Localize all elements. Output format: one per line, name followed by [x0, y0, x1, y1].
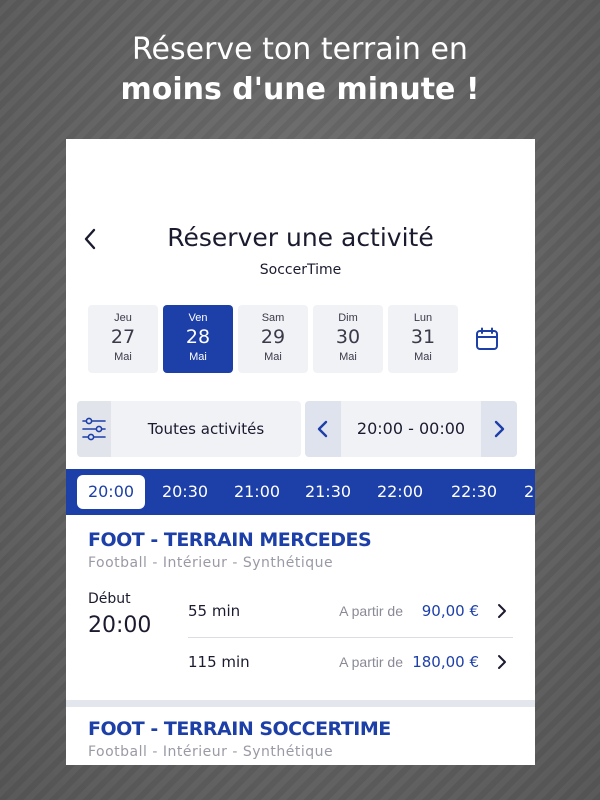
- calendar-icon: [476, 327, 498, 350]
- offer-duration: 55 min: [188, 602, 241, 620]
- date-month: Mai: [114, 351, 132, 363]
- date-month: Mai: [264, 351, 282, 363]
- date-day: 27: [110, 326, 136, 348]
- time-slot[interactable]: 22:30: [440, 475, 508, 509]
- chevron-right-icon: [494, 420, 505, 438]
- activity-subtitle: Football - Intérieur - Synthétique: [88, 744, 334, 760]
- next-range-button[interactable]: [481, 401, 517, 457]
- offer-from-label: A partir de: [339, 654, 403, 670]
- filter-label: Toutes activités: [147, 420, 265, 438]
- activity-title: FOOT - TERRAIN SOCCERTIME: [88, 718, 391, 740]
- offer-price: 180,00 €: [412, 653, 479, 671]
- activity-title: FOOT - TERRAIN MERCEDES: [88, 529, 372, 551]
- offer-duration: 115 min: [188, 653, 250, 671]
- time-range-label: 20:00 - 00:00: [356, 419, 466, 438]
- card-divider: [66, 700, 535, 707]
- headline-line-2: moins d'une minute !: [120, 72, 480, 107]
- time-slot[interactable]: 23:00: [513, 475, 535, 509]
- time-slot[interactable]: 22:00: [366, 475, 434, 509]
- time-slot[interactable]: 21:00: [223, 475, 291, 509]
- previous-range-button[interactable]: [305, 401, 341, 457]
- calendar-button[interactable]: [475, 327, 499, 351]
- date-picker: Jeu 27 Mai Ven 28 Mai Sam 29 Mai Dim 30 …: [88, 305, 458, 373]
- chevron-right-icon: [498, 655, 506, 669]
- date-weekday: Dim: [338, 312, 358, 324]
- offer-row[interactable]: 115 min A partir de 180,00 €: [188, 637, 513, 687]
- activity-card[interactable]: FOOT - TERRAIN SOCCERTIME Football - Int…: [66, 707, 535, 765]
- activity-card[interactable]: FOOT - TERRAIN MERCEDES Football - Intér…: [66, 515, 535, 700]
- time-slot-bar: 20:00 20:30 21:00 21:30 22:00 22:30 23:0…: [66, 469, 535, 515]
- date-option[interactable]: Sam 29 Mai: [238, 305, 308, 373]
- date-option[interactable]: Dim 30 Mai: [313, 305, 383, 373]
- date-option[interactable]: Jeu 27 Mai: [88, 305, 158, 373]
- date-day: 28: [185, 326, 211, 348]
- date-day: 29: [260, 326, 286, 348]
- offer-from-label: A partir de: [339, 603, 403, 619]
- time-slot[interactable]: 21:30: [294, 475, 362, 509]
- date-option-selected[interactable]: Ven 28 Mai: [163, 305, 233, 373]
- offer-price: 90,00 €: [421, 602, 479, 620]
- venue-name: SoccerTime: [259, 262, 342, 278]
- promo-headline: Réserve ton terrain en moins d'une minut…: [0, 30, 600, 110]
- sliders-icon: [82, 417, 106, 441]
- activity-subtitle: Football - Intérieur - Synthétique: [88, 555, 334, 571]
- time-slot[interactable]: 20:30: [151, 475, 219, 509]
- date-day: 31: [410, 326, 436, 348]
- date-month: Mai: [414, 351, 432, 363]
- date-day: 30: [335, 326, 361, 348]
- date-month: Mai: [339, 351, 357, 363]
- date-option[interactable]: Lun 31 Mai: [388, 305, 458, 373]
- date-weekday: Jeu: [114, 312, 132, 324]
- time-range-selector: 20:00 - 00:00: [305, 401, 517, 457]
- filter-button[interactable]: [77, 401, 111, 457]
- date-weekday: Sam: [261, 312, 285, 324]
- headline-line-1: Réserve ton terrain en: [132, 32, 468, 67]
- date-weekday: Ven: [188, 312, 208, 324]
- start-time: 20:00: [88, 613, 152, 638]
- date-month: Mai: [189, 351, 207, 363]
- chevron-right-icon: [498, 604, 506, 618]
- time-slot-selected[interactable]: 20:00: [77, 475, 145, 509]
- activity-filter[interactable]: Toutes activités: [77, 401, 301, 457]
- app-screen: Réserver une activité SoccerTime Jeu 27 …: [66, 139, 535, 765]
- start-label: Début: [88, 591, 131, 607]
- page-title: Réserver une activité: [167, 223, 434, 252]
- date-weekday: Lun: [413, 312, 433, 324]
- offer-row[interactable]: 55 min A partir de 90,00 €: [188, 586, 513, 636]
- chevron-left-icon: [317, 420, 328, 438]
